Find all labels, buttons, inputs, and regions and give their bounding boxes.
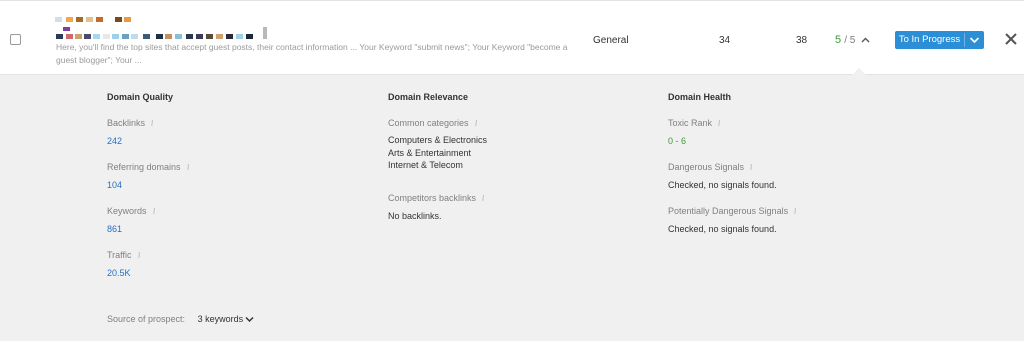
domain-health-section: Domain Health Toxic Rank 0 - 6 Dangerous… — [668, 92, 928, 249]
domain-quality-section: Domain Quality Backlinks 242 Referring d… — [107, 92, 367, 293]
info-icon[interactable] — [474, 119, 479, 127]
expand-caret — [851, 68, 867, 76]
metric-value: 104 — [107, 180, 123, 190]
potentially-dangerous-signals-metric: Potentially Dangerous Signals Checked, n… — [668, 205, 928, 235]
competitors-backlinks-metric: Competitors backlinks No backlinks. — [388, 192, 648, 222]
source-label: Source of prospect: — [107, 314, 186, 324]
prospect-type: General — [593, 35, 629, 46]
metric-label: Potentially Dangerous Signals — [668, 206, 789, 216]
metric-value: Checked, no signals found. — [668, 224, 777, 234]
metric-label: Dangerous Signals — [668, 162, 745, 172]
metric-label: Traffic — [107, 250, 132, 260]
info-icon[interactable] — [717, 119, 722, 127]
metric-value: No backlinks. — [388, 210, 442, 221]
score-total: / 5 — [844, 35, 856, 46]
prospect-row: Here, you'll find the top sites that acc… — [0, 0, 1024, 76]
info-icon[interactable] — [186, 163, 191, 171]
dangerous-signals-metric: Dangerous Signals Checked, no signals fo… — [668, 161, 928, 191]
source-keywords-toggle[interactable]: 3 keywords — [198, 314, 255, 324]
chevron-down-icon — [969, 37, 980, 44]
info-icon[interactable] — [152, 207, 157, 215]
metric-label: Competitors backlinks — [388, 192, 477, 203]
section-heading: Domain Relevance — [388, 92, 469, 102]
category-item: Arts & Entertainment — [388, 147, 472, 158]
score-toggle[interactable]: 5 / 5 — [835, 34, 870, 46]
chevron-down-icon — [245, 317, 254, 323]
backlinks-metric: Backlinks 242 — [107, 117, 367, 147]
section-heading: Domain Quality — [107, 92, 174, 102]
metric-value: 0 - 6 — [668, 136, 687, 146]
info-icon[interactable] — [481, 194, 486, 202]
score-value: 5 — [835, 34, 842, 46]
referring-domains-metric: Referring domains 104 — [107, 161, 367, 191]
info-icon[interactable] — [793, 207, 798, 215]
close-icon[interactable] — [1003, 31, 1019, 47]
metric-value: Checked, no signals found. — [668, 180, 777, 190]
status-dropdown-toggle[interactable] — [965, 31, 984, 49]
status-button[interactable]: To In Progress — [895, 31, 984, 49]
source-value: 3 keywords — [197, 314, 244, 324]
metric-label: Keywords — [107, 206, 147, 216]
info-icon[interactable] — [150, 119, 155, 127]
result-snippet: Here, you'll find the top sites that acc… — [56, 42, 568, 65]
info-icon[interactable] — [749, 163, 754, 171]
common-categories-metric: Common categories Computers & Electronic… — [388, 117, 648, 172]
metric-value: 20.5K — [107, 268, 131, 278]
info-icon[interactable] — [137, 251, 142, 259]
metric-label: Referring domains — [107, 162, 181, 172]
chevron-up-icon — [861, 37, 870, 43]
metric-value: 861 — [107, 224, 123, 234]
category-item: Computers & Electronics — [388, 135, 488, 145]
prospect-source: Source of prospect: 3 keywords — [107, 314, 254, 324]
metric-b: 38 — [796, 35, 808, 46]
metric-value: 242 — [107, 136, 123, 146]
metric-label: Common categories — [388, 118, 469, 128]
keywords-metric: Keywords 861 — [107, 205, 367, 235]
metric-label: Backlinks — [107, 118, 146, 128]
category-list: Computers & Electronics Arts & Entertain… — [388, 134, 648, 172]
metric-label: Toxic Rank — [668, 118, 713, 128]
toxic-rank-metric: Toxic Rank 0 - 6 — [668, 117, 928, 147]
status-button-label: To In Progress — [898, 34, 961, 45]
traffic-metric: Traffic 20.5K — [107, 249, 367, 279]
domain-relevance-section: Domain Relevance Common categories Compu… — [388, 92, 648, 236]
metric-a: 34 — [719, 35, 731, 46]
section-heading: Domain Health — [668, 92, 732, 102]
row-checkbox[interactable] — [10, 34, 21, 45]
category-item: Internet & Telecom — [388, 160, 463, 170]
